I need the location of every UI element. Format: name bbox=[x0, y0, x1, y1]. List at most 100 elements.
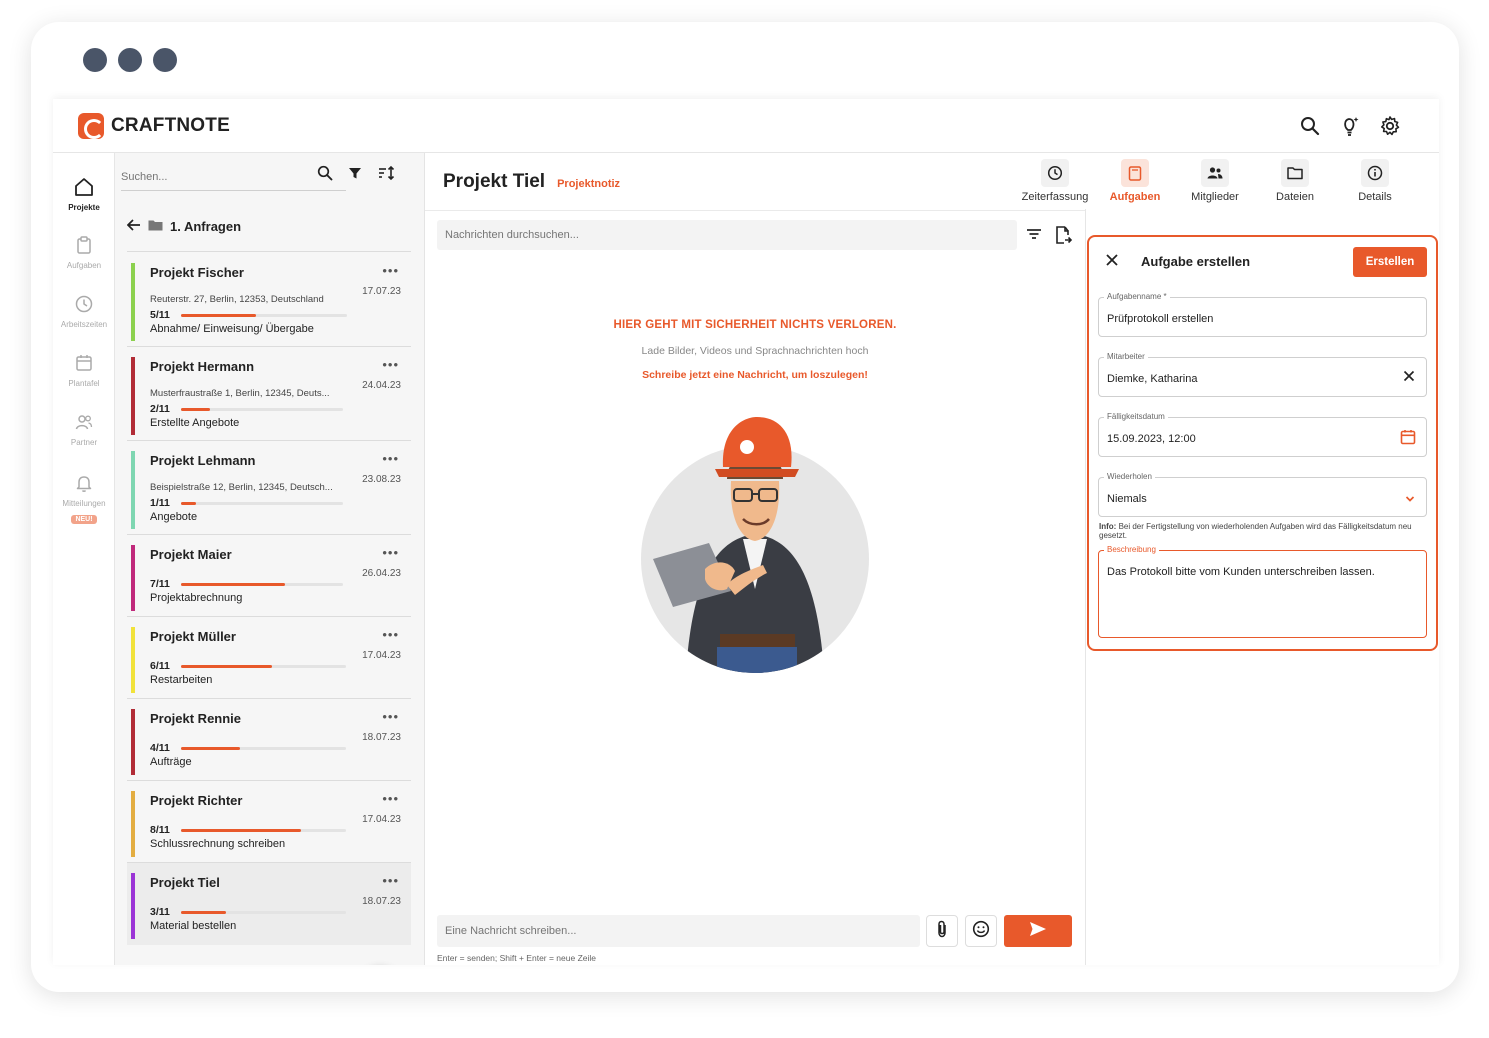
task-count: 7/11 bbox=[150, 578, 170, 590]
project-color-bar bbox=[131, 357, 135, 435]
create-button[interactable]: Erstellen bbox=[1353, 247, 1427, 277]
nav-item-mitteilungen[interactable]: Mitteilungen NEU! bbox=[53, 471, 115, 526]
more-icon[interactable]: ••• bbox=[382, 263, 399, 278]
project-name: Projekt Richter bbox=[150, 793, 243, 808]
project-color-bar bbox=[131, 263, 135, 341]
tab-label: Aufgaben bbox=[1109, 191, 1161, 203]
field-value: 15.09.2023, 12:00 bbox=[1107, 433, 1196, 445]
due-date-field[interactable]: Fälligkeitsdatum 15.09.2023, 12:00 bbox=[1098, 412, 1427, 457]
nav-item-aufgaben[interactable]: Aufgaben bbox=[53, 233, 115, 270]
more-icon[interactable]: ••• bbox=[382, 545, 399, 560]
project-list-panel: 1. Anfragen Projekt Fischer ••• Reuterst… bbox=[115, 153, 425, 965]
project-name: Projekt Müller bbox=[150, 629, 236, 644]
paperclip-icon bbox=[934, 920, 950, 943]
tab-dateien[interactable]: Dateien bbox=[1255, 159, 1335, 203]
progress-fill bbox=[181, 583, 285, 586]
task-name-field[interactable]: Aufgabenname * Prüfprotokoll erstellen bbox=[1098, 292, 1427, 337]
window-dot[interactable] bbox=[118, 48, 142, 72]
field-label: Aufgabenname * bbox=[1104, 292, 1170, 301]
emoji-button[interactable] bbox=[965, 915, 997, 947]
project-name: Projekt Hermann bbox=[150, 359, 255, 374]
nav-label: Arbeitszeiten bbox=[60, 320, 108, 329]
nav-label: Mitteilungen bbox=[62, 499, 106, 508]
project-card[interactable]: Projekt Fischer ••• Reuterstr. 27, Berli… bbox=[127, 253, 411, 347]
project-color-bar bbox=[131, 545, 135, 611]
window-dot[interactable] bbox=[83, 48, 107, 72]
project-card[interactable]: Projekt Lehmann ••• Beispielstraße 12, B… bbox=[127, 441, 411, 535]
calendar-icon[interactable] bbox=[1400, 429, 1416, 450]
search-icon[interactable] bbox=[317, 165, 333, 186]
project-card[interactable]: Projekt Rennie ••• 18.07.23 4/11 Aufträg… bbox=[127, 699, 411, 781]
chevron-down-icon[interactable] bbox=[1404, 491, 1416, 509]
folder-name: 1. Anfragen bbox=[170, 219, 242, 234]
filter-icon[interactable] bbox=[347, 165, 363, 186]
repeat-select[interactable]: Wiederholen Niemals bbox=[1098, 472, 1427, 517]
project-name: Projekt Lehmann bbox=[150, 453, 256, 468]
project-name: Projekt Fischer bbox=[150, 265, 244, 280]
progress-fill bbox=[181, 502, 196, 505]
project-stage: Restarbeiten bbox=[150, 674, 213, 686]
project-card[interactable]: Projekt Müller ••• 17.04.23 6/11 Restarb… bbox=[127, 617, 411, 699]
nav-item-arbeitszeiten[interactable]: Arbeitszeiten bbox=[53, 292, 115, 329]
project-color-bar bbox=[131, 791, 135, 857]
more-icon[interactable]: ••• bbox=[382, 791, 399, 806]
logo[interactable]: CRAFTNOTE bbox=[78, 113, 230, 139]
project-card-active[interactable]: Projekt Tiel ••• 18.07.23 3/11 Material … bbox=[127, 863, 411, 945]
more-icon[interactable]: ••• bbox=[382, 709, 399, 724]
message-input[interactable] bbox=[437, 915, 920, 947]
search-icon[interactable] bbox=[1297, 113, 1323, 139]
more-icon[interactable]: ••• bbox=[382, 451, 399, 466]
assignee-field[interactable]: Mitarbeiter Diemke, Katharina bbox=[1098, 352, 1427, 397]
message-hint: Enter = senden; Shift + Enter = neue Zei… bbox=[437, 953, 597, 963]
window-dot[interactable] bbox=[153, 48, 177, 72]
send-button[interactable] bbox=[1004, 915, 1072, 947]
progress-track bbox=[181, 911, 346, 914]
task-count: 4/11 bbox=[150, 742, 170, 754]
attach-button[interactable] bbox=[926, 915, 958, 947]
description-field[interactable]: Beschreibung Das Protokoll bitte vom Kun… bbox=[1098, 545, 1427, 638]
project-card[interactable]: Projekt Hermann ••• Musterfraustraße 1, … bbox=[127, 347, 411, 441]
page-title: Projekt Tiel bbox=[443, 171, 546, 192]
project-date: 18.07.23 bbox=[362, 896, 401, 907]
sort-icon[interactable] bbox=[377, 165, 395, 186]
more-icon[interactable]: ••• bbox=[382, 873, 399, 888]
task-count: 6/11 bbox=[150, 660, 170, 672]
project-color-bar bbox=[131, 709, 135, 775]
users-icon bbox=[53, 410, 115, 434]
tab-label: Mitglieder bbox=[1191, 191, 1239, 203]
nav-item-partner[interactable]: Partner bbox=[53, 410, 115, 447]
divider bbox=[127, 251, 411, 252]
nav-rail: Projekte Aufgaben Arbeitszeiten Plantafe… bbox=[53, 153, 115, 965]
tab-label: Details bbox=[1358, 191, 1392, 203]
message-search-input[interactable] bbox=[437, 220, 1017, 250]
top-bar: CRAFTNOTE bbox=[53, 99, 1439, 153]
export-file-icon[interactable] bbox=[1053, 225, 1073, 250]
folder-breadcrumb[interactable]: 1. Anfragen bbox=[126, 219, 242, 234]
more-icon[interactable]: ••• bbox=[382, 357, 399, 372]
page-subtitle: Projektnotiz bbox=[557, 178, 621, 190]
tab-details[interactable]: Details bbox=[1335, 159, 1415, 203]
nav-item-plantafel[interactable]: Plantafel bbox=[53, 351, 115, 388]
progress-track bbox=[181, 314, 347, 317]
tab-aufgaben[interactable]: Aufgaben bbox=[1095, 159, 1175, 203]
tab-mitglieder[interactable]: Mitglieder bbox=[1175, 159, 1255, 203]
project-card[interactable]: Projekt Richter ••• 17.04.23 8/11 Schlus… bbox=[127, 781, 411, 863]
gear-icon[interactable] bbox=[1377, 113, 1403, 139]
back-arrow-icon[interactable] bbox=[126, 219, 141, 234]
task-count: 2/11 bbox=[150, 403, 170, 415]
more-icon[interactable]: ••• bbox=[382, 627, 399, 642]
clear-icon[interactable] bbox=[1402, 369, 1416, 388]
tab-zeiterfassung[interactable]: Zeiterfassung bbox=[1015, 159, 1095, 203]
nav-item-projekte[interactable]: Projekte bbox=[53, 175, 115, 212]
craftsman-illustration bbox=[641, 417, 869, 673]
project-card[interactable]: Projekt Maier ••• 26.04.23 7/11 Projekta… bbox=[127, 535, 411, 617]
task-count: 3/11 bbox=[150, 906, 170, 918]
lightbulb-icon[interactable] bbox=[1337, 113, 1363, 139]
project-name: Projekt Tiel bbox=[150, 875, 220, 890]
close-icon[interactable] bbox=[1105, 253, 1119, 272]
project-date: 17.07.23 bbox=[362, 286, 401, 297]
project-search-input[interactable] bbox=[121, 171, 311, 183]
filter-lines-icon[interactable] bbox=[1025, 225, 1043, 250]
folder-icon bbox=[1281, 159, 1309, 187]
top-actions bbox=[1297, 113, 1403, 139]
